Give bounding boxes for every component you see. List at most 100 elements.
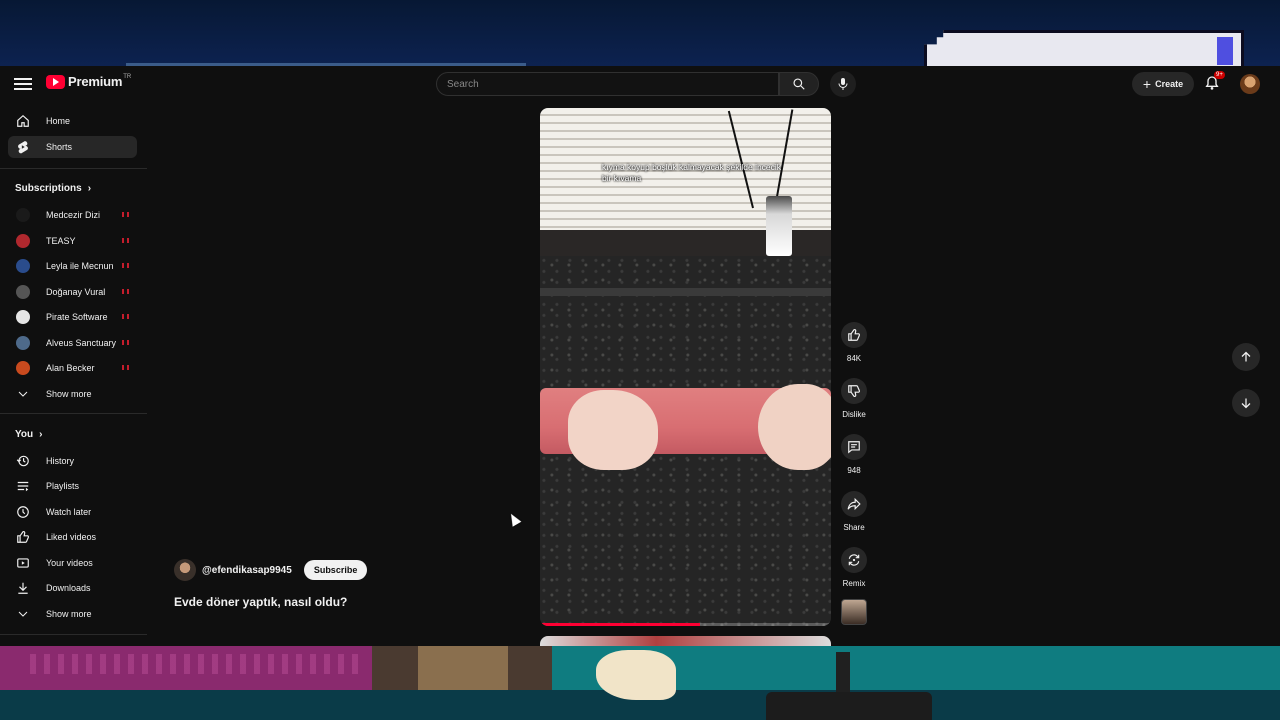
- top-bar: Premium TR Search + Create 9+: [0, 66, 1280, 102]
- youtube-premium-logo[interactable]: Premium TR: [46, 74, 131, 89]
- youtube-window: Premium TR Search + Create 9+ Home Short…: [0, 66, 1280, 646]
- sidebar-item-label: Shorts: [46, 142, 73, 152]
- video-frame-counter-edge: [540, 288, 831, 296]
- short-title[interactable]: Evde döner yaptık, nasıl oldu?: [174, 595, 347, 609]
- sidebar-item-playlists[interactable]: Playlists: [8, 475, 137, 497]
- live-icon: [122, 263, 129, 268]
- sidebar-item-watch-later[interactable]: Watch later: [8, 501, 137, 523]
- sidebar-item-alan-becker[interactable]: Alan Becker: [8, 357, 137, 379]
- history-icon: [16, 454, 30, 468]
- sidebar-item-label: Your videos: [46, 558, 93, 568]
- sidebar-item-label: Alveus Sanctuary: [46, 338, 117, 348]
- sidebar-item-label: Alan Becker: [46, 363, 95, 373]
- thumbs-up-icon: [16, 530, 30, 544]
- pixel-art-crates: [372, 646, 552, 690]
- create-button[interactable]: + Create: [1132, 72, 1194, 96]
- dislike-button[interactable]: Dislike: [838, 378, 870, 419]
- remix-button[interactable]: Remix: [838, 547, 870, 588]
- search-input[interactable]: Search: [436, 72, 779, 96]
- sidebar-item-label: Medcezir Dizi: [46, 210, 101, 220]
- sidebar-item-label: Doğanay Vural: [46, 287, 106, 297]
- sidebar-item-your-videos[interactable]: Your videos: [8, 552, 137, 574]
- next-short-button[interactable]: [1232, 389, 1260, 417]
- notifications-button[interactable]: 9+: [1204, 71, 1225, 93]
- chevron-down-icon: [16, 387, 30, 401]
- sidebar-item-history[interactable]: History: [8, 450, 137, 472]
- sidebar-item-teasy[interactable]: TEASY: [8, 230, 137, 252]
- sidebar-item-pirate-software[interactable]: Pirate Software: [8, 306, 137, 328]
- sidebar-item-label: Playlists: [46, 481, 80, 491]
- sidebar-item-label: Leyla ile Mecnun: [46, 261, 114, 271]
- sidebar: Home Shorts Subscriptions › Medcezir Diz…: [0, 110, 147, 646]
- dislike-label: Dislike: [842, 410, 866, 419]
- youtube-play-icon: [46, 74, 65, 89]
- arrow-up-icon: [1241, 351, 1251, 362]
- comment-icon: [841, 434, 867, 460]
- account-avatar[interactable]: [1240, 74, 1260, 94]
- sidebar-item-liked-videos[interactable]: Liked videos: [8, 526, 137, 548]
- remix-icon: [841, 547, 867, 573]
- show-more-label: Show more: [46, 389, 92, 399]
- live-icon: [122, 314, 129, 319]
- chevron-right-icon: ›: [39, 429, 43, 440]
- notifications-badge: 9+: [1214, 71, 1225, 79]
- sidebar-item-label: Home: [46, 116, 71, 126]
- video-caption: kıyma koyup boşluk kalmayacak şekilde in…: [602, 162, 782, 183]
- arrow-down-icon: [1241, 398, 1251, 409]
- channel-handle[interactable]: @efendikasap9945: [202, 565, 292, 576]
- microphone-icon: [838, 78, 848, 90]
- video-frame-right-hand: [758, 384, 831, 470]
- channel-info: @efendikasap9945 Subscribe: [174, 559, 368, 581]
- sidebar-item-downloads[interactable]: Downloads: [8, 577, 137, 599]
- pixel-art-cat: [596, 650, 676, 700]
- menu-icon[interactable]: [14, 75, 32, 93]
- sidebar-item-label: Downloads: [46, 583, 91, 593]
- sidebar-divider: [0, 168, 147, 169]
- channel-avatar: [16, 361, 30, 375]
- video-progress-fill: [540, 623, 701, 626]
- sidebar-item-leyla-ile-mecnun[interactable]: Leyla ile Mecnun: [8, 255, 137, 277]
- channel-avatar: [16, 336, 30, 350]
- short-video-player[interactable]: kıyma koyup boşluk kalmayacak şekilde in…: [540, 108, 831, 626]
- chevron-down-icon: [16, 607, 30, 621]
- you-show-more[interactable]: Show more: [8, 603, 137, 625]
- live-icon: [122, 340, 129, 345]
- comment-count: 948: [847, 466, 861, 475]
- next-short-preview[interactable]: [540, 636, 831, 646]
- sidebar-divider: [0, 413, 147, 414]
- clock-icon: [16, 505, 30, 519]
- subscriptions-header[interactable]: Subscriptions ›: [15, 183, 91, 194]
- you-title: You: [15, 429, 34, 440]
- search-icon: [793, 78, 805, 90]
- video-frame-left-hand: [568, 390, 658, 470]
- sidebar-item-label: Pirate Software: [46, 312, 108, 322]
- live-icon: [122, 238, 129, 243]
- sidebar-item-doganay-vural[interactable]: Doğanay Vural: [8, 281, 137, 303]
- voice-search-button[interactable]: [830, 71, 856, 97]
- sidebar-item-alveus-sanctuary[interactable]: Alveus Sanctuary: [8, 332, 137, 354]
- you-header[interactable]: You ›: [15, 429, 43, 440]
- sidebar-item-home[interactable]: Home: [8, 110, 137, 132]
- search-button[interactable]: [779, 72, 819, 96]
- like-button[interactable]: 84K: [838, 322, 870, 363]
- channel-avatar: [16, 310, 30, 324]
- subscriptions-title: Subscriptions: [15, 183, 82, 194]
- video-progress-bar[interactable]: [540, 623, 831, 626]
- channel-avatar[interactable]: [174, 559, 196, 581]
- sidebar-item-medcezir-dizi[interactable]: Medcezir Dizi: [8, 204, 137, 226]
- sidebar-item-label: Liked videos: [46, 532, 97, 542]
- channel-avatar: [16, 259, 30, 273]
- home-icon: [16, 114, 30, 128]
- channel-avatar: [16, 208, 30, 222]
- subscribe-button[interactable]: Subscribe: [303, 560, 368, 580]
- channel-thumbnail[interactable]: [841, 599, 867, 625]
- subscriptions-show-more[interactable]: Show more: [8, 383, 137, 405]
- live-icon: [122, 365, 129, 370]
- comments-button[interactable]: 948: [838, 434, 870, 475]
- shorts-icon: [16, 140, 30, 154]
- previous-short-button[interactable]: [1232, 343, 1260, 371]
- video-icon: [16, 556, 30, 570]
- share-button[interactable]: Share: [838, 491, 870, 532]
- sidebar-item-shorts[interactable]: Shorts: [8, 136, 137, 158]
- sidebar-item-label: Watch later: [46, 507, 92, 517]
